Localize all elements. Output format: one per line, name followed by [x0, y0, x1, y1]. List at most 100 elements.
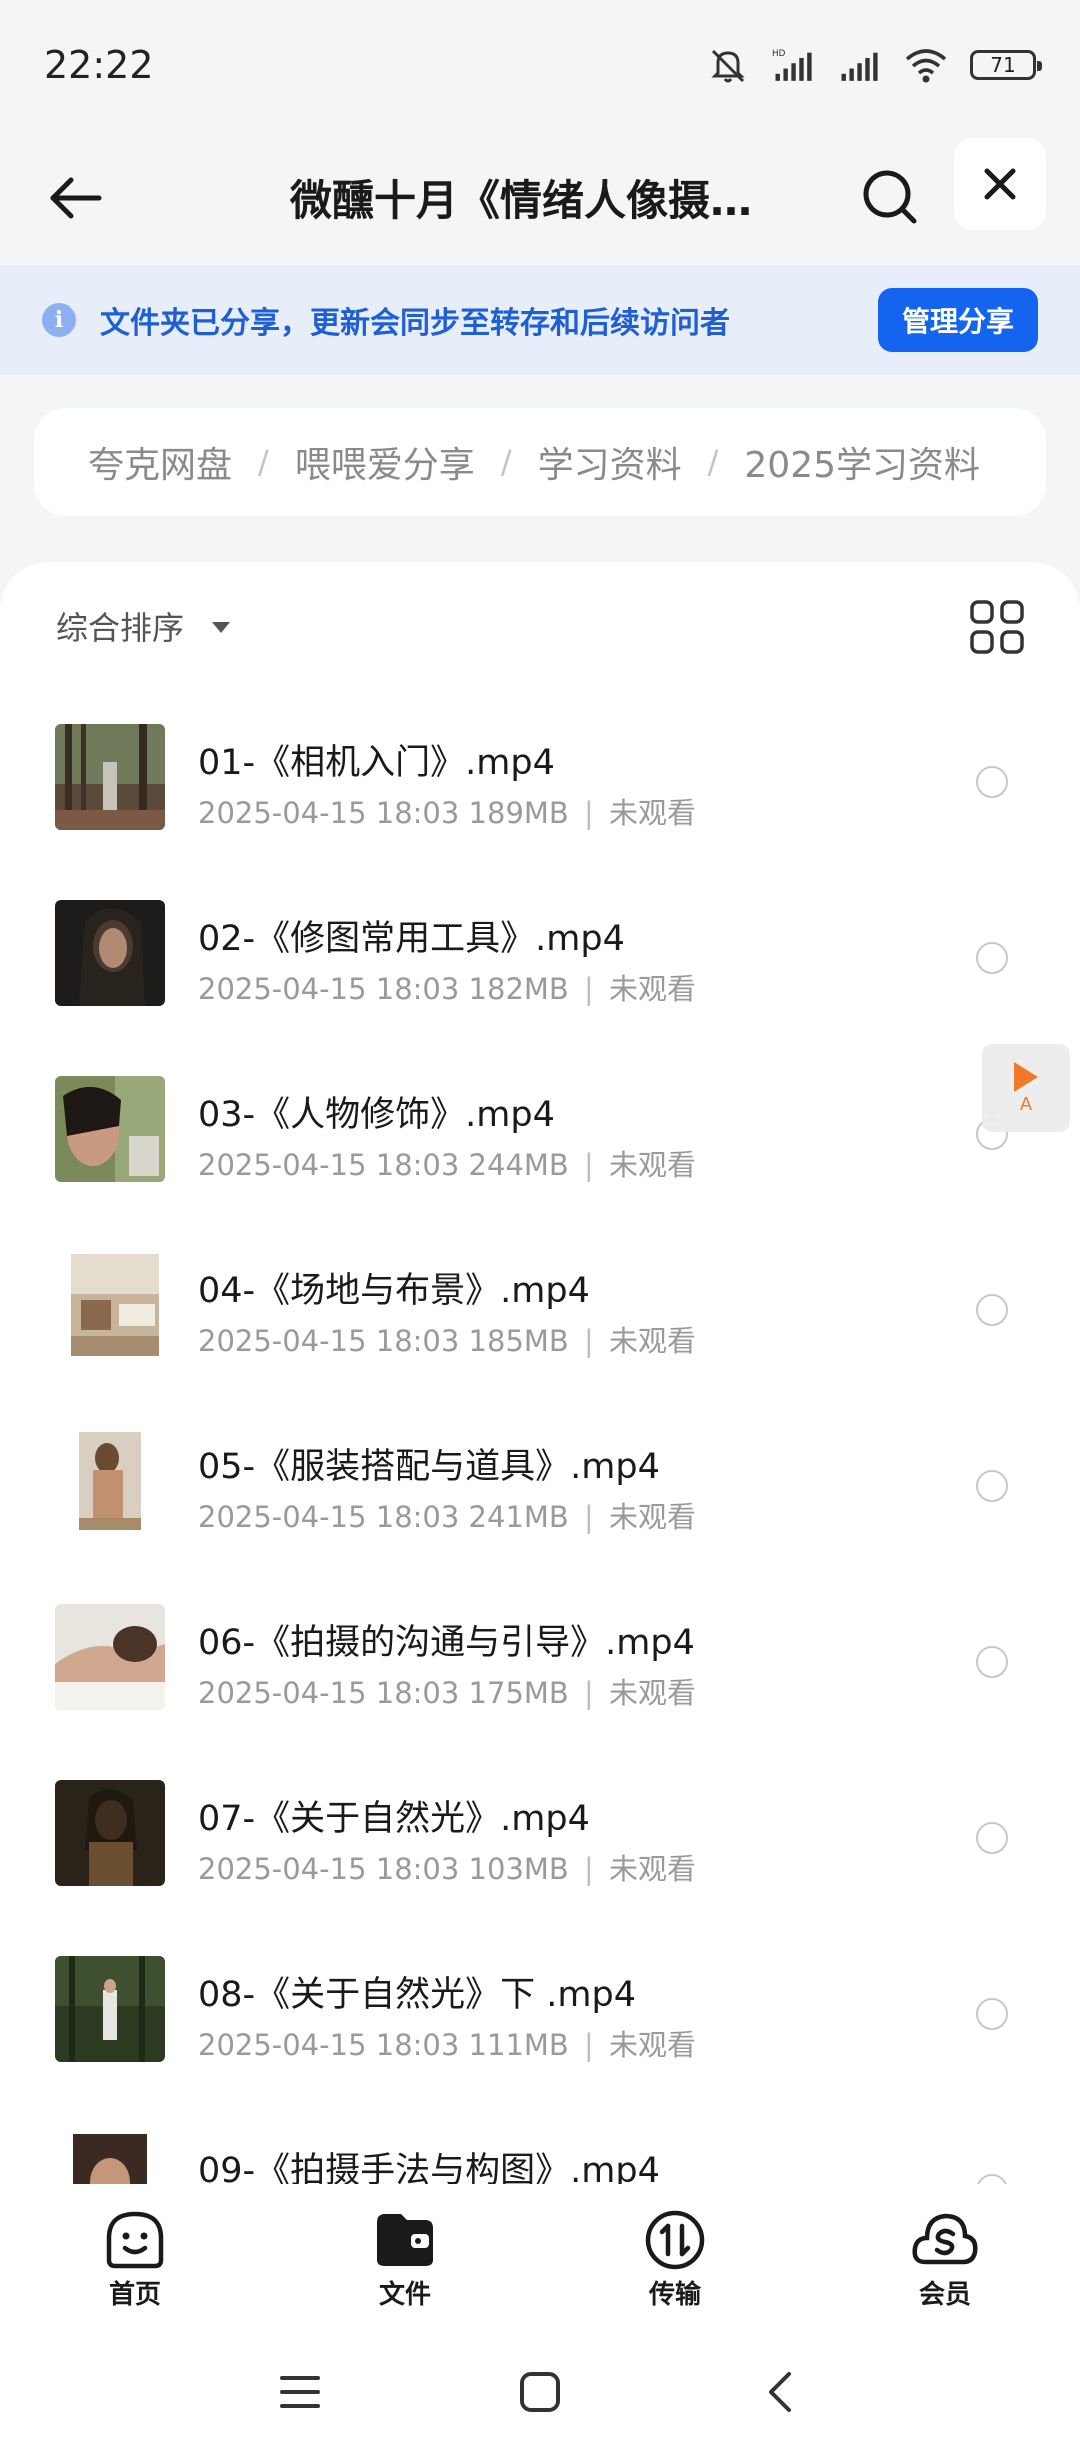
- select-radio[interactable]: [976, 1470, 1008, 1502]
- square-icon: [520, 2372, 560, 2412]
- home-button[interactable]: [510, 2362, 570, 2422]
- breadcrumb-item[interactable]: 夸克网盘: [88, 436, 232, 488]
- video-thumbnail: [55, 2132, 165, 2184]
- file-name: 08-《关于自然光》下 .mp4: [198, 1975, 636, 2015]
- file-panel: 综合排序 01-《相机入门》.mp4 2025-04-15 18:03 189M…: [0, 562, 1080, 2184]
- nav-item-member[interactable]: 会员: [810, 2184, 1080, 2324]
- mute-bell-icon: [711, 49, 745, 83]
- file-name: 04-《场地与布景》.mp4: [198, 1271, 590, 1311]
- nav-item-transfer[interactable]: 传输: [540, 2184, 810, 2324]
- share-banner: i 文件夹已分享，更新会同步至转存和后续访问者 管理分享: [0, 265, 1080, 375]
- select-radio[interactable]: [976, 2174, 1008, 2184]
- floating-player-label: A: [1019, 1093, 1033, 1115]
- file-name: 05-《服装搭配与道具》.mp4: [198, 1447, 660, 1487]
- close-button[interactable]: [954, 138, 1046, 230]
- transfer-icon: [645, 2210, 705, 2270]
- file-meta: 2025-04-15 18:03 244MB | 未观看: [198, 1148, 697, 1182]
- breadcrumb-item[interactable]: 喂喂爱分享: [295, 436, 475, 488]
- wifi-icon: [905, 49, 947, 83]
- signal-icon: [841, 52, 878, 81]
- sort-dropdown[interactable]: 综合排序: [56, 603, 184, 649]
- search-button[interactable]: [845, 152, 935, 242]
- breadcrumb-separator: /: [707, 443, 719, 481]
- video-thumbnail: [55, 1956, 165, 2062]
- file-meta: 2025-04-15 18:03 103MB | 未观看: [198, 1852, 697, 1886]
- arrow-left-icon: [50, 177, 102, 218]
- svg-text:HD: HD: [772, 49, 786, 59]
- select-radio[interactable]: [976, 1998, 1008, 2030]
- status-time: 22:22: [44, 43, 154, 87]
- file-name: 06-《拍摄的沟通与引导》.mp4: [198, 1623, 695, 1663]
- video-thumbnail: [55, 900, 165, 1006]
- status-icons: HD 71: [706, 45, 1042, 85]
- floating-player-button[interactable]: A: [982, 1044, 1070, 1132]
- share-banner-text: 文件夹已分享，更新会同步至转存和后续访问者: [100, 306, 730, 341]
- nav-item-home[interactable]: 首页: [0, 2184, 270, 2324]
- page-title: 微醺十月《情绪人像摄…: [290, 176, 753, 225]
- file-name: 01-《相机入门》.mp4: [198, 743, 555, 783]
- video-thumbnail: [55, 1604, 165, 1710]
- nav-label-transfer: 传输: [648, 2280, 701, 2310]
- file-row[interactable]: 04-《场地与布景》.mp4 2025-04-15 18:03 185MB | …: [0, 1218, 1080, 1394]
- file-meta: 2025-04-15 18:03 185MB | 未观看: [198, 1324, 697, 1358]
- sort-bar: 综合排序: [0, 562, 1080, 690]
- file-row[interactable]: 01-《相机入门》.mp4 2025-04-15 18:03 189MB | 未…: [0, 690, 1080, 866]
- nav-label-home: 首页: [108, 2280, 161, 2310]
- file-row[interactable]: 09-《拍摄手法与构图》.mp4: [0, 2098, 1080, 2184]
- breadcrumb-separator: /: [500, 443, 512, 481]
- caret-down-icon[interactable]: [212, 622, 230, 633]
- info-icon: i: [42, 303, 76, 337]
- bottom-nav: 首页 文件 传输 会员: [0, 2184, 1080, 2324]
- video-thumbnail: [55, 1252, 165, 1358]
- back-button[interactable]: [20, 143, 130, 253]
- smiley-home-icon: [106, 2211, 164, 2269]
- menu-icon: [280, 2376, 320, 2408]
- file-row[interactable]: 03-《人物修饰》.mp4 2025-04-15 18:03 244MB | 未…: [0, 1042, 1080, 1218]
- breadcrumb-item[interactable]: 2025学习资料: [744, 436, 980, 488]
- file-name: 07-《关于自然光》.mp4: [198, 1799, 590, 1839]
- video-thumbnail: [55, 724, 165, 830]
- file-name: 09-《拍摄手法与构图》.mp4: [198, 2151, 660, 2184]
- chevron-left-icon: [769, 2372, 791, 2412]
- manage-share-button[interactable]: 管理分享: [877, 288, 1038, 352]
- file-row[interactable]: 02-《修图常用工具》.mp4 2025-04-15 18:03 182MB |…: [0, 866, 1080, 1042]
- grid-view-icon[interactable]: [968, 598, 1026, 656]
- folder-icon: [377, 2214, 433, 2266]
- select-radio[interactable]: [976, 942, 1008, 974]
- file-row[interactable]: 07-《关于自然光》.mp4 2025-04-15 18:03 103MB | …: [0, 1746, 1080, 1922]
- file-meta: 2025-04-15 18:03 189MB | 未观看: [198, 796, 697, 830]
- select-radio[interactable]: [976, 1646, 1008, 1678]
- file-name: 03-《人物修饰》.mp4: [198, 1095, 555, 1135]
- member-icon: [912, 2213, 978, 2265]
- search-icon: [863, 170, 917, 224]
- signal-hd-icon: HD: [772, 49, 812, 81]
- battery-level: 71: [990, 53, 1016, 77]
- system-nav-bar: [0, 2324, 1080, 2460]
- file-row[interactable]: 08-《关于自然光》下 .mp4 2025-04-15 18:03 111MB …: [0, 1922, 1080, 2098]
- select-radio[interactable]: [976, 1294, 1008, 1326]
- file-name: 02-《修图常用工具》.mp4: [198, 919, 625, 959]
- play-icon: [1014, 1061, 1038, 1092]
- close-icon: [984, 168, 1016, 200]
- nav-label-member: 会员: [918, 2280, 971, 2310]
- file-meta: 2025-04-15 18:03 182MB | 未观看: [198, 972, 697, 1006]
- file-list: 01-《相机入门》.mp4 2025-04-15 18:03 189MB | 未…: [0, 690, 1080, 2184]
- nav-label-files: 文件: [378, 2280, 431, 2310]
- file-meta: 2025-04-15 18:03 175MB | 未观看: [198, 1676, 697, 1710]
- select-radio[interactable]: [976, 766, 1008, 798]
- breadcrumb: 夸克网盘 / 喂喂爱分享 / 学习资料 / 2025学习资料: [34, 408, 1046, 516]
- select-radio[interactable]: [976, 1822, 1008, 1854]
- breadcrumb-item[interactable]: 学习资料: [538, 436, 682, 488]
- back-nav-button[interactable]: [750, 2362, 810, 2422]
- file-row[interactable]: 06-《拍摄的沟通与引导》.mp4 2025-04-15 18:03 175MB…: [0, 1570, 1080, 1746]
- battery-icon: 71: [970, 50, 1042, 80]
- file-row[interactable]: 05-《服装搭配与道具》.mp4 2025-04-15 18:03 241MB …: [0, 1394, 1080, 1570]
- nav-item-files[interactable]: 文件: [270, 2184, 540, 2324]
- header: 微醺十月《情绪人像摄…: [0, 130, 1080, 265]
- breadcrumb-separator: /: [258, 443, 269, 481]
- file-meta: 2025-04-15 18:03 241MB | 未观看: [198, 1500, 697, 1534]
- file-meta: 2025-04-15 18:03 111MB | 未观看: [198, 2028, 697, 2062]
- video-thumbnail: [55, 1428, 165, 1534]
- video-thumbnail: [55, 1780, 165, 1886]
- menu-button[interactable]: [270, 2362, 330, 2422]
